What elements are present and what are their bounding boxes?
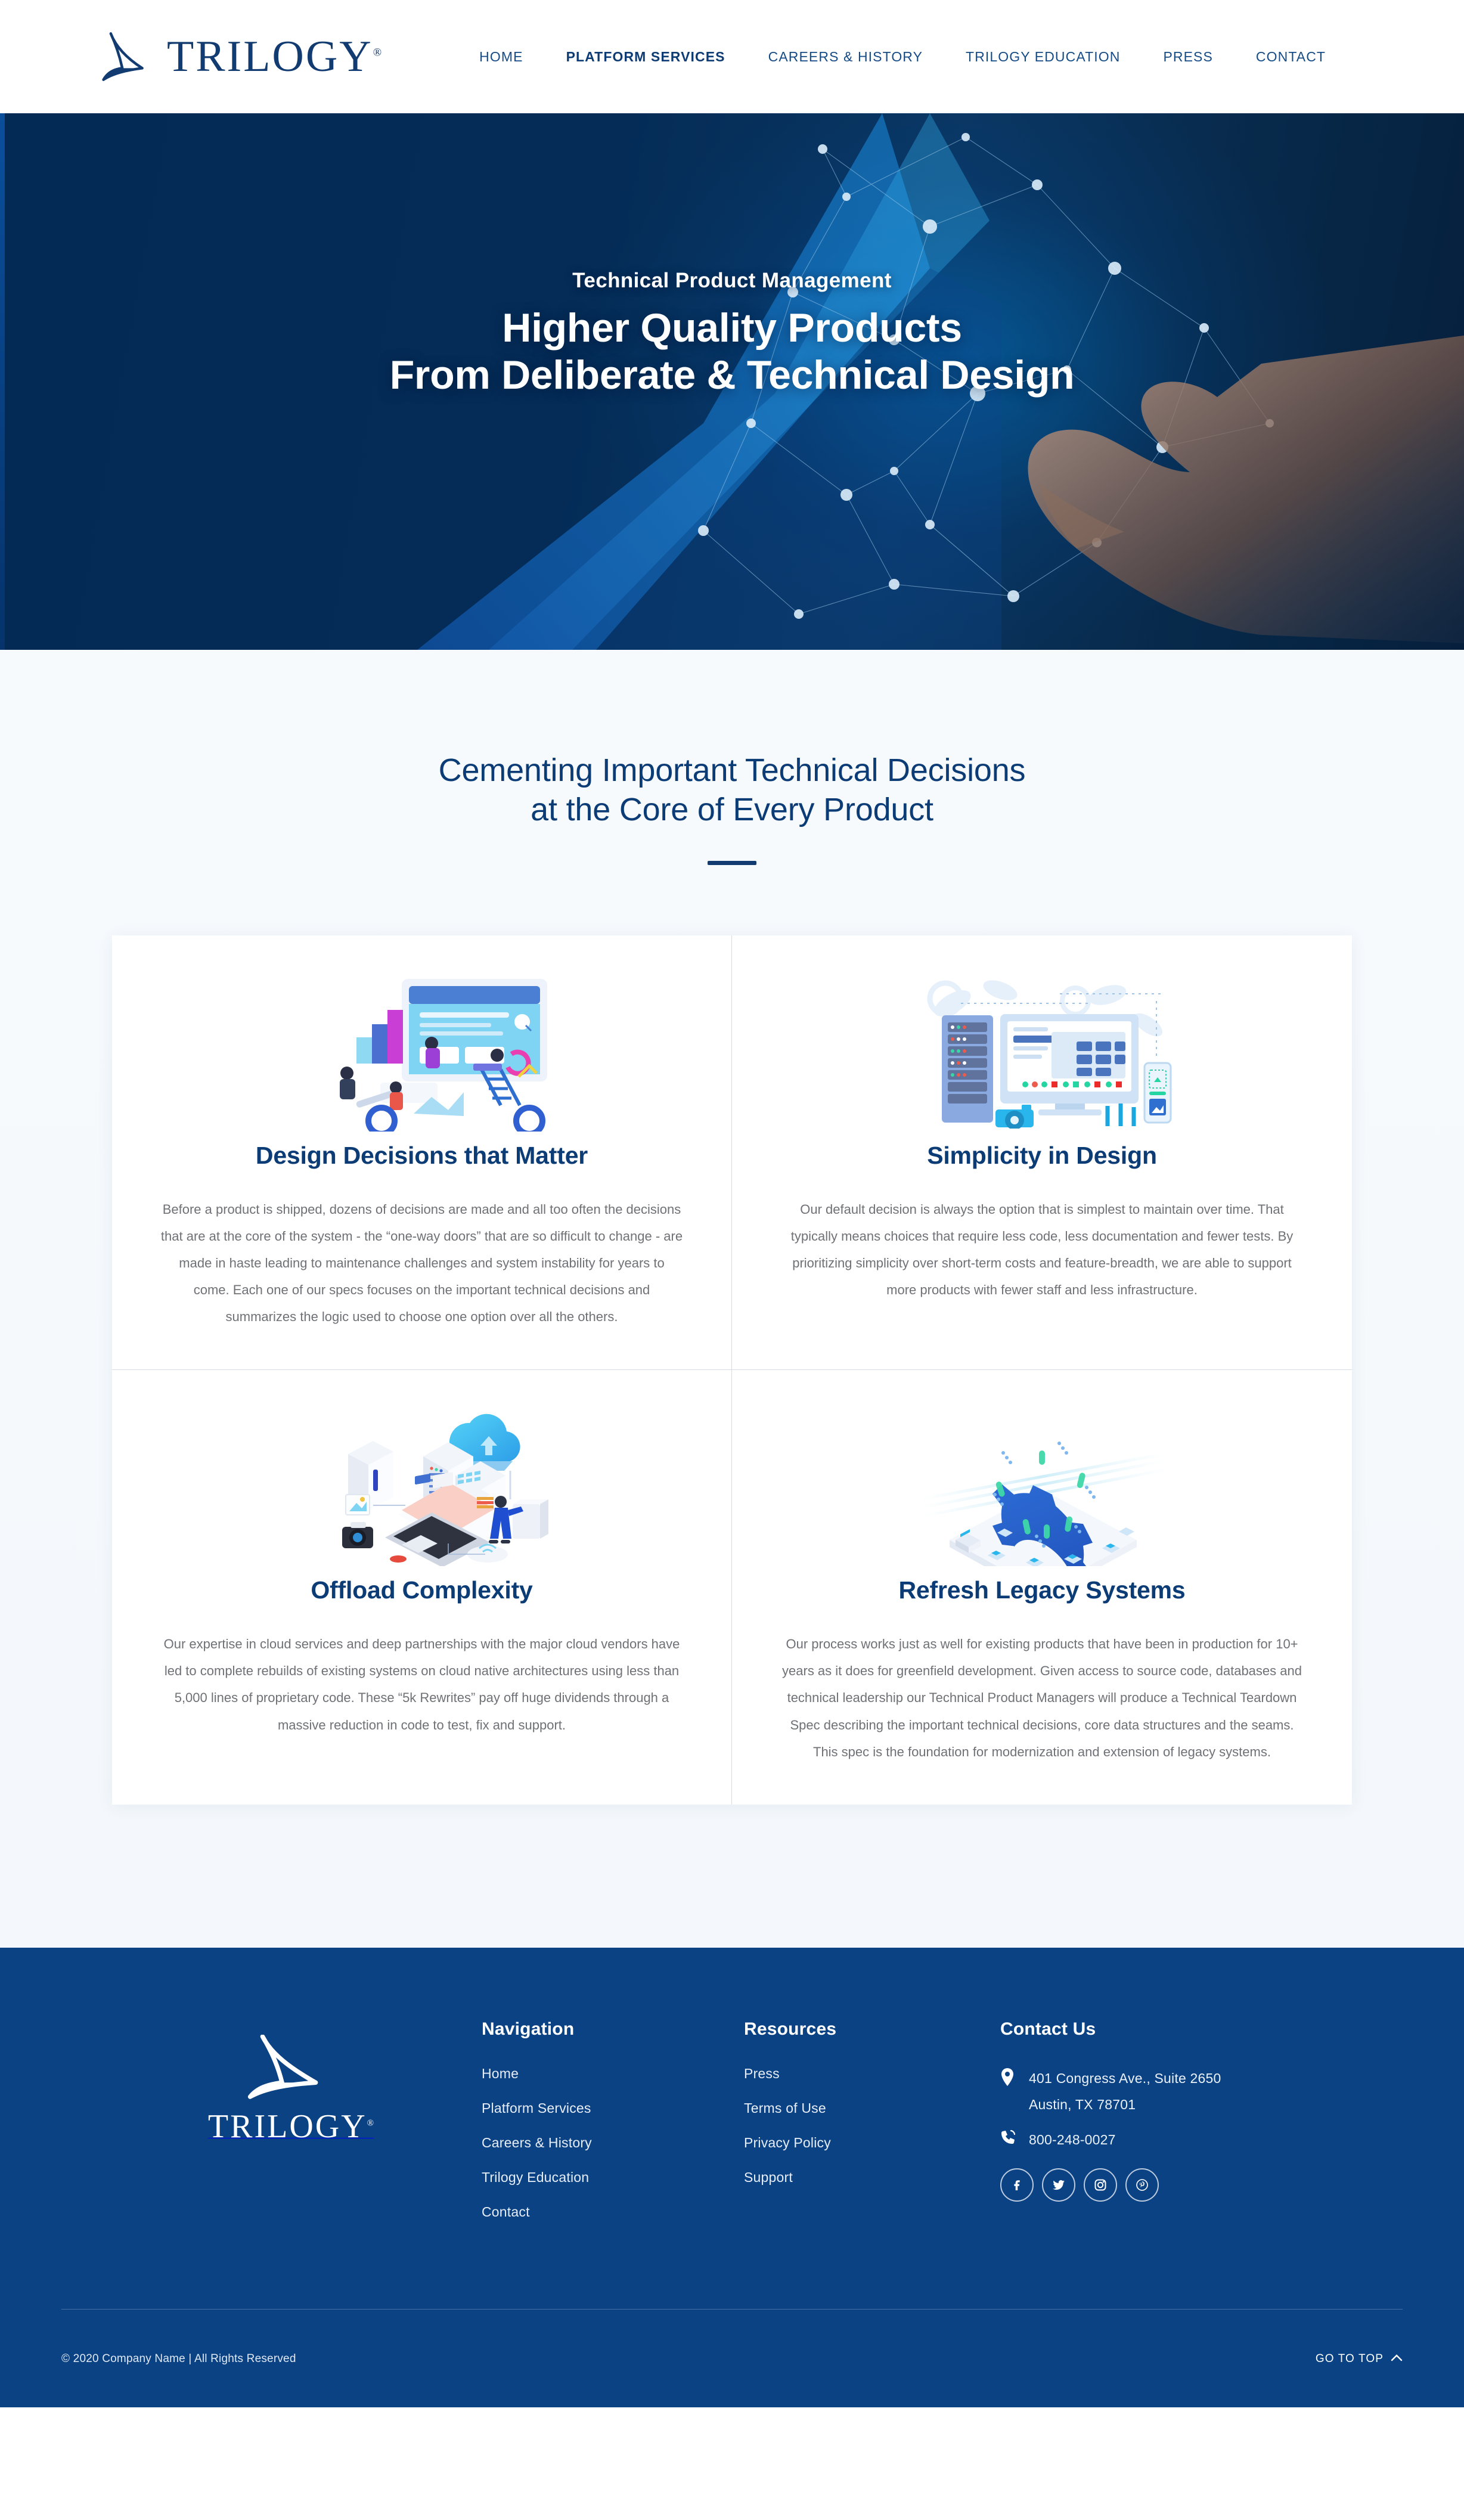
footer-link-contact[interactable]: Contact bbox=[482, 2204, 744, 2220]
map-pin-icon bbox=[1000, 2066, 1018, 2090]
footer-link-support[interactable]: Support bbox=[744, 2169, 1000, 2186]
hero-title: Higher Quality Products From Deliberate … bbox=[390, 305, 1075, 399]
hero-title-line-1: Higher Quality Products bbox=[502, 305, 962, 351]
trilogy-sail-triangle-logo-icon bbox=[101, 29, 154, 84]
feature-card-body: Our process works just as well for exist… bbox=[782, 1636, 1302, 1759]
footer-link-trilogy-education[interactable]: Trilogy Education bbox=[482, 2169, 744, 2186]
hero-banner: Technical Product Management Higher Qual… bbox=[0, 113, 1464, 650]
hero-content: Technical Product Management Higher Qual… bbox=[0, 113, 1464, 650]
footer-logo-link[interactable]: TRILOGY® bbox=[207, 2034, 374, 2145]
isometric-cloud-servers-and-laptop-illustration-icon bbox=[159, 1396, 685, 1569]
isometric-web-design-team-illustration-icon bbox=[159, 962, 685, 1135]
section-title: Cementing Important Technical Decisions … bbox=[0, 751, 1464, 830]
trilogy-sail-triangle-logo-icon bbox=[208, 2034, 374, 2100]
footer-bottom-wrap: © 2020 Company Name | All Rights Reserve… bbox=[61, 2308, 1403, 2407]
footer-logo-wordmark: TRILOGY® bbox=[207, 2107, 374, 2145]
feature-card: Refresh Legacy Systems Our process works… bbox=[732, 1370, 1352, 1805]
footer-link-home[interactable]: Home bbox=[482, 2066, 744, 2082]
hero-title-line-2: From Deliberate & Technical Design bbox=[389, 352, 1075, 398]
feature-card: Design Decisions that Matter Before a pr… bbox=[112, 935, 732, 1371]
go-to-top-label: GO TO TOP bbox=[1315, 2352, 1384, 2365]
header-logo-link[interactable]: TRILOGY® bbox=[101, 29, 381, 84]
footer-contact-column: Contact Us 401 Congress Ave., Suite 2650… bbox=[1000, 2013, 1364, 2202]
nav-item-home[interactable]: HOME bbox=[458, 49, 544, 65]
nav-item-trilogy-education[interactable]: TRILOGY EDUCATION bbox=[944, 49, 1142, 65]
footer-link-terms-of-use[interactable]: Terms of Use bbox=[744, 2100, 1000, 2116]
footer-bottom-bar: © 2020 Company Name | All Rights Reserve… bbox=[61, 2310, 1403, 2366]
feature-card-grid: Design Decisions that Matter Before a pr… bbox=[112, 935, 1352, 1805]
footer-navigation-column: Navigation Home Platform Services Career… bbox=[482, 2013, 744, 2239]
flat-server-rack-and-monitor-illustration-icon bbox=[778, 962, 1305, 1135]
phone-ringing-icon bbox=[1000, 2127, 1018, 2149]
copyright-text: © 2020 Company Name | All Rights Reserve… bbox=[61, 2352, 296, 2365]
feature-card-body: Our default decision is always the optio… bbox=[790, 1201, 1294, 1298]
footer-link-platform-services[interactable]: Platform Services bbox=[482, 2100, 744, 2116]
facebook-icon[interactable] bbox=[1000, 2168, 1034, 2202]
header-logo-wordmark: TRILOGY® bbox=[167, 32, 382, 81]
footer-address-line-2: Austin, TX 78701 bbox=[1029, 2097, 1136, 2113]
footer-link-privacy-policy[interactable]: Privacy Policy bbox=[744, 2135, 1000, 2151]
nav-item-press[interactable]: PRESS bbox=[1142, 49, 1234, 65]
feature-card-title: Refresh Legacy Systems bbox=[898, 1576, 1186, 1604]
footer-link-press[interactable]: Press bbox=[744, 2066, 1000, 2082]
pinterest-icon[interactable] bbox=[1125, 2168, 1159, 2202]
nav-item-careers-history[interactable]: CAREERS & HISTORY bbox=[747, 49, 944, 65]
footer-link-careers-history[interactable]: Careers & History bbox=[482, 2135, 744, 2151]
footer-address-line-1: 401 Congress Ave., Suite 2650 bbox=[1029, 2070, 1221, 2086]
features-section: Cementing Important Technical Decisions … bbox=[0, 650, 1464, 1948]
instagram-icon[interactable] bbox=[1084, 2168, 1117, 2202]
section-divider-rule bbox=[708, 860, 756, 865]
feature-card-body: Our expertise in cloud services and deep… bbox=[163, 1636, 680, 1732]
footer-social-row bbox=[1000, 2168, 1364, 2202]
hero-eyebrow: Technical Product Management bbox=[572, 269, 892, 293]
site-header: TRILOGY® HOME PLATFORM SERVICES CAREERS … bbox=[0, 0, 1464, 113]
nav-item-platform-services[interactable]: PLATFORM SERVICES bbox=[545, 49, 747, 65]
feature-card-title: Simplicity in Design bbox=[927, 1141, 1157, 1169]
footer-address-row: 401 Congress Ave., Suite 2650 bbox=[1000, 2066, 1364, 2091]
isometric-blue-gear-on-platform-illustration-icon bbox=[778, 1396, 1305, 1569]
footer-phone-number: 800-248-0027 bbox=[1029, 2132, 1116, 2148]
feature-card-body: Before a product is shipped, dozens of d… bbox=[160, 1201, 683, 1325]
feature-card-title: Offload Complexity bbox=[311, 1576, 533, 1604]
footer-columns: TRILOGY® Navigation Home Platform Servic… bbox=[100, 2013, 1364, 2239]
feature-card-title: Design Decisions that Matter bbox=[255, 1141, 588, 1169]
chevron-up-icon bbox=[1391, 2352, 1403, 2366]
footer-navigation-title: Navigation bbox=[482, 2019, 575, 2039]
main-navigation: HOME PLATFORM SERVICES CAREERS & HISTORY… bbox=[458, 49, 1347, 65]
footer-logo-column: TRILOGY® bbox=[100, 2013, 482, 2143]
footer-contact-title: Contact Us bbox=[1000, 2019, 1096, 2039]
section-heading-block: Cementing Important Technical Decisions … bbox=[0, 751, 1464, 865]
twitter-icon[interactable] bbox=[1042, 2168, 1075, 2202]
go-to-top-button[interactable]: GO TO TOP bbox=[1316, 2352, 1403, 2366]
footer-resources-column: Resources Press Terms of Use Privacy Pol… bbox=[744, 2013, 1000, 2204]
feature-card: Offload Complexity Our expertise in clou… bbox=[112, 1370, 732, 1805]
nav-item-contact[interactable]: CONTACT bbox=[1235, 49, 1347, 65]
section-title-line-1: Cementing Important Technical Decisions bbox=[438, 752, 1026, 788]
site-footer: TRILOGY® Navigation Home Platform Servic… bbox=[0, 1947, 1464, 2407]
section-title-line-2: at the Core of Every Product bbox=[531, 791, 933, 827]
footer-resources-title: Resources bbox=[744, 2019, 837, 2039]
feature-card: Simplicity in Design Our default decisio… bbox=[732, 935, 1352, 1371]
footer-phone-row: 800-248-0027 bbox=[1000, 2127, 1364, 2153]
